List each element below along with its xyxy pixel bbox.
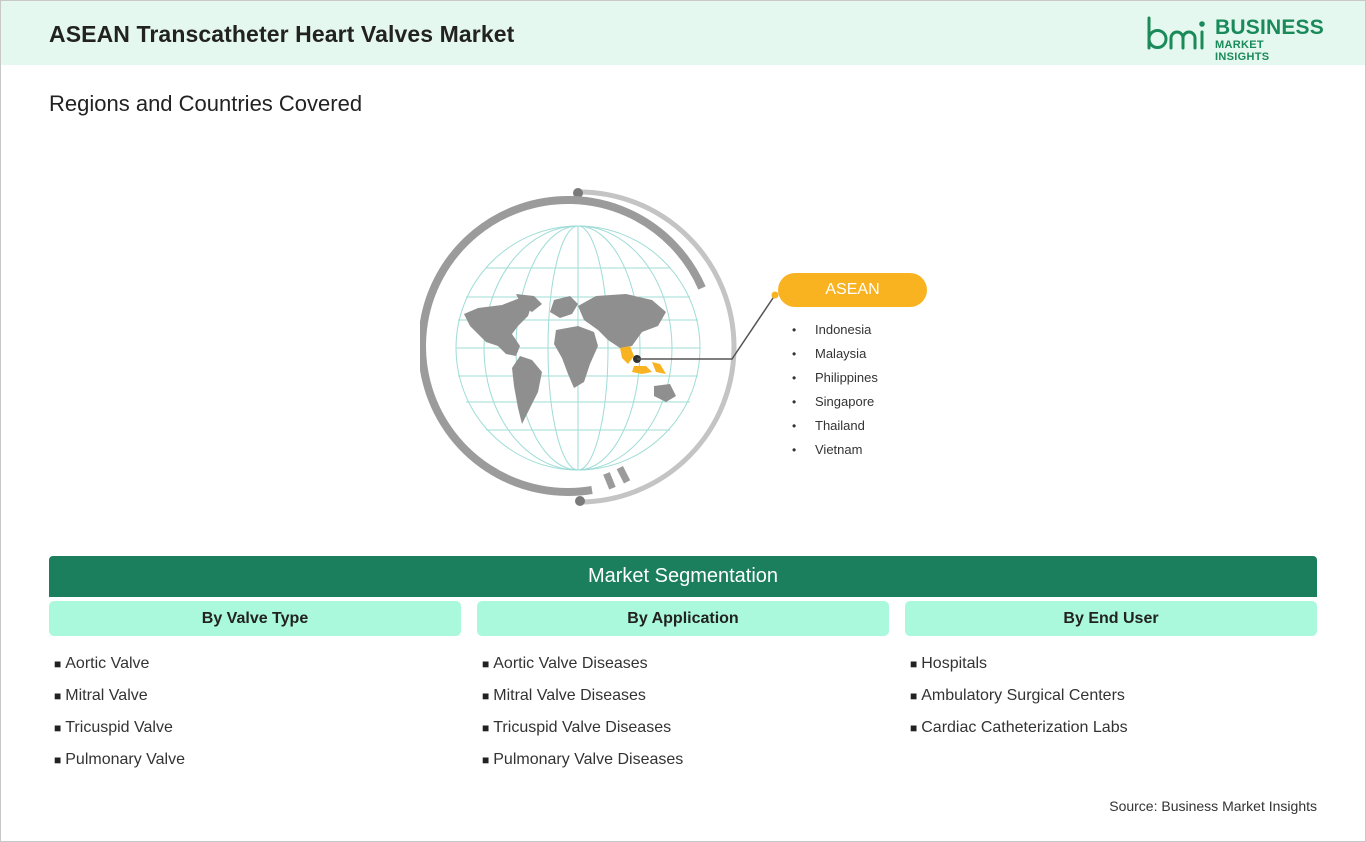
list-item: ■ Aortic Valve [54,655,150,672]
square-bullet-icon: ■ [910,657,918,671]
valve-type-list: ■ Aortic Valve ■ Mitral Valve ■ Tricuspid V… [54,654,185,782]
page-title: ASEAN Transcatheter Heart Valves Market [49,21,515,47]
header-banner: ASEAN Transcatheter Heart Valves Market … [1,1,1365,65]
list-item: ■ Tricuspid Valve [54,719,173,736]
square-bullet-icon: ■ [910,721,918,735]
company-logo: BUSINESS MARKET INSIGHTS [1145,15,1324,63]
ring-tick-2 [616,466,631,484]
square-bullet-icon: ■ [54,657,62,671]
square-bullet-icon: ■ [482,721,490,735]
segment-heading-valve-type: By Valve Type [49,601,461,636]
bullet-icon: • [792,371,797,385]
bullet-icon: • [792,419,797,433]
list-item: ■ Aortic Valve Diseases [482,655,648,672]
bullet-icon: • [792,443,797,457]
bullet-icon: • [792,347,797,361]
list-item: ■ Pulmonary Valve [54,751,186,768]
arc-end-dot-bottom [575,496,585,506]
country-list: • Indonesia • Malaysia • Philippines • Singa… [792,320,878,464]
country-item: • Philippines [792,368,878,392]
segment-heading-end-user: By End User [905,601,1317,636]
logo-text-market-insights: MARKET INSIGHTS [1215,39,1270,63]
list-item: ■ Mitral Valve [54,687,148,704]
asean-highlight [620,346,666,374]
square-bullet-icon: ■ [54,753,62,767]
country-item: • Malaysia [792,344,878,368]
list-item: ■ Hospitals [910,655,988,672]
country-item: • Indonesia [792,320,878,344]
bmi-logo-icon [1147,16,1205,50]
square-bullet-icon: ■ [482,689,490,703]
square-bullet-icon: ■ [482,753,490,767]
logo-text-business: BUSINESS [1215,16,1324,39]
square-bullet-icon: ■ [910,689,918,703]
regions-heading: Regions and Countries Covered [49,91,363,116]
country-item: • Singapore [792,392,878,416]
pointer-line [637,294,776,360]
list-item: ■ Pulmonary Valve Diseases [482,751,684,768]
application-list: ■ Aortic Valve Diseases ■ Mitral Valve Dis… [482,654,683,782]
square-bullet-icon: ■ [482,657,490,671]
end-user-list: ■ Hospitals ■ Ambulatory Surgical Centers … [910,654,1128,750]
list-item: ■ Cardiac Catheterization Labs [910,719,1128,736]
source-note: Source: Business Market Insights [1109,798,1317,814]
market-segmentation-bar: Market Segmentation [49,556,1317,597]
globe-outer-arc [577,189,737,505]
ring-tick-1 [603,472,616,490]
bullet-icon: • [792,395,797,409]
list-item: ■ Ambulatory Surgical Centers [910,687,1125,704]
region-label-asean: ASEAN [778,273,927,307]
country-item: • Vietnam [792,440,878,464]
segment-heading-application: By Application [477,601,889,636]
bullet-icon: • [792,323,797,337]
list-item: ■ Tricuspid Valve Diseases [482,719,672,736]
square-bullet-icon: ■ [54,721,62,735]
square-bullet-icon: ■ [54,689,62,703]
country-item: • Thailand [792,416,878,440]
list-item: ■ Mitral Valve Diseases [482,687,646,704]
